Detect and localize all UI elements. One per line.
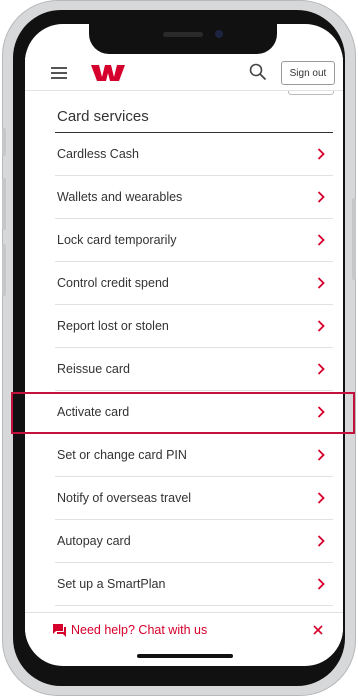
list-item-set-up-a-smartplan[interactable]: Set up a SmartPlan xyxy=(55,563,333,606)
chevron-right-icon xyxy=(317,320,325,332)
list-item-label: Set or change card PIN xyxy=(57,448,187,462)
chat-link[interactable]: Need help? Chat with us xyxy=(71,623,207,637)
camera xyxy=(215,30,223,38)
power-button xyxy=(352,198,356,280)
list-item-label: Report lost or stolen xyxy=(57,319,169,333)
volume-down-button xyxy=(2,244,6,296)
chevron-right-icon xyxy=(317,363,325,375)
list-item-autopay-card[interactable]: Autopay card xyxy=(55,520,333,563)
list-item-label: Notify of overseas travel xyxy=(57,491,192,505)
phone-screen: Sign out Card services Cardless Cash Wal… xyxy=(25,24,343,666)
westpac-logo[interactable] xyxy=(91,64,131,82)
chevron-right-icon xyxy=(317,277,325,289)
list-item-report-lost-or-stolen[interactable]: Report lost or stolen xyxy=(55,305,333,348)
list-item-label: Cardless Cash xyxy=(57,147,139,161)
chevron-right-icon xyxy=(317,449,325,461)
close-icon[interactable] xyxy=(313,625,323,635)
list-item-wallets-and-wearables[interactable]: Wallets and wearables xyxy=(55,176,333,219)
notch xyxy=(89,24,277,54)
chat-bar: Need help? Chat with us xyxy=(25,612,343,647)
list-item-label: Reissue card xyxy=(57,362,130,376)
list-item-control-credit-spend[interactable]: Control credit spend xyxy=(55,262,333,305)
sign-out-button[interactable]: Sign out xyxy=(281,61,335,85)
list-item-lock-card-temporarily[interactable]: Lock card temporarily xyxy=(55,219,333,262)
chevron-right-icon xyxy=(317,492,325,504)
list-item-reissue-card[interactable]: Reissue card xyxy=(55,348,333,391)
chevron-right-icon xyxy=(317,148,325,160)
list-item-label: Set up a SmartPlan xyxy=(57,577,166,591)
list-item-label: Autopay card xyxy=(57,534,131,548)
mute-switch xyxy=(2,128,6,156)
menu-icon[interactable] xyxy=(51,67,67,79)
app-header: Sign out xyxy=(25,54,343,91)
list-item-label: Lock card temporarily xyxy=(57,233,177,247)
list-item-label: Wallets and wearables xyxy=(57,190,183,204)
chat-bubble-icon xyxy=(53,624,66,637)
search-icon[interactable] xyxy=(249,63,267,81)
volume-up-button xyxy=(2,178,6,230)
speaker xyxy=(163,32,203,37)
section-title: Card services xyxy=(57,108,149,125)
home-indicator xyxy=(137,654,233,658)
chevron-right-icon xyxy=(317,578,325,590)
list-item-set-or-change-card-pin[interactable]: Set or change card PIN xyxy=(55,434,333,477)
chevron-right-icon xyxy=(317,191,325,203)
list-item-notify-of-overseas-travel[interactable]: Notify of overseas travel xyxy=(55,477,333,520)
chevron-right-icon xyxy=(317,234,325,246)
chevron-right-icon xyxy=(317,535,325,547)
activate-card-highlight-box xyxy=(11,392,355,434)
list-item-cardless-cash[interactable]: Cardless Cash xyxy=(55,133,333,176)
card-services-list: Cardless Cash Wallets and wearables Lock… xyxy=(55,133,333,606)
list-item-label: Control credit spend xyxy=(57,276,169,290)
